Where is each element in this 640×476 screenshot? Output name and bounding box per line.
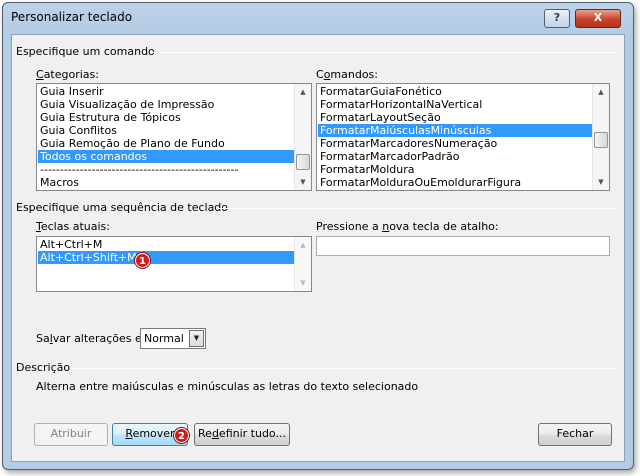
close-button-label: Fechar: [556, 427, 594, 440]
list-item[interactable]: FormatarMarcadoresNumeração: [318, 137, 592, 150]
description-text: Alterna entre maiúsculas e minúsculas as…: [36, 380, 419, 393]
scroll-up-arrow-icon[interactable]: ▲: [295, 84, 311, 100]
command-group-title: Especifique um comando: [16, 45, 155, 58]
list-item[interactable]: FormatarLayoutSeção: [318, 111, 592, 124]
reset-all-button[interactable]: Redefinir tudo...: [194, 423, 290, 446]
assign-button[interactable]: Atribuir: [34, 423, 108, 446]
description-divider: [74, 368, 616, 369]
list-item[interactable]: ----------------------------------------…: [38, 163, 294, 176]
help-button[interactable]: ?: [544, 9, 570, 28]
categories-items: Guia Inserir Guia Visualização de Impress…: [38, 85, 294, 189]
scroll-down-arrow-icon[interactable]: ▼: [295, 275, 311, 291]
close-button[interactable]: Fechar: [538, 423, 612, 446]
save-changes-label: Salvar alterações em:: [36, 332, 157, 345]
list-item[interactable]: FormatarMarcadorPadrão: [318, 150, 592, 163]
list-item[interactable]: Todos os comandos: [38, 150, 294, 163]
list-item[interactable]: FormatarHorizontalNaVertical: [318, 98, 592, 111]
list-item[interactable]: Macros: [38, 176, 294, 189]
assign-button-label: Atribuir: [50, 427, 92, 440]
list-item[interactable]: Alt+Ctrl+Shift+M: [38, 251, 294, 264]
description-title: Descrição: [16, 361, 71, 374]
list-item[interactable]: FormatarMoldura: [318, 163, 592, 176]
list-item[interactable]: Guia Estrutura de Tópicos: [38, 111, 294, 124]
commands-label: Comandos:: [316, 68, 378, 81]
list-item[interactable]: FormatarGuiaFonético: [318, 85, 592, 98]
current-keys-scrollbar[interactable]: ▲ ▼: [294, 237, 311, 291]
close-window-button[interactable]: X: [575, 9, 621, 28]
list-item[interactable]: Alt+Ctrl+M: [38, 238, 294, 251]
categories-label: Categorias:: [36, 68, 99, 81]
categories-list[interactable]: Guia Inserir Guia Visualização de Impress…: [36, 83, 312, 191]
scroll-down-arrow-icon[interactable]: ▼: [295, 174, 311, 190]
scroll-down-arrow-icon[interactable]: ▼: [593, 174, 609, 190]
new-shortcut-input[interactable]: [316, 236, 610, 256]
list-item[interactable]: FormatarMolduraOuEmoldurarFigura: [318, 176, 592, 189]
list-item[interactable]: Guia Visualização de Impressão: [38, 98, 294, 111]
keyboard-group-divider: [218, 208, 616, 209]
callout-badge-1: 1: [135, 253, 150, 268]
chevron-down-icon[interactable]: ▼: [189, 330, 204, 347]
keyboard-group-title: Especifique uma sequência de teclado: [16, 201, 229, 214]
customize-keyboard-dialog: Personalizar teclado ? X Especifique um …: [2, 2, 634, 470]
commands-scrollbar[interactable]: ▲ ▼: [592, 84, 609, 190]
categories-scrollbar[interactable]: ▲ ▼: [294, 84, 311, 190]
help-icon: ?: [553, 11, 561, 24]
list-item[interactable]: FormatarMaiúsculasMinúsculas: [318, 124, 592, 137]
dialog-body: Especifique um comando Categorias: Guia …: [11, 34, 625, 462]
current-keys-list[interactable]: Alt+Ctrl+M Alt+Ctrl+Shift+M ▲ ▼ 1: [36, 236, 312, 292]
list-item[interactable]: Guia Remoção de Plano de Fundo: [38, 137, 294, 150]
new-key-label: Pressione a nova tecla de atalho:: [316, 220, 499, 233]
commands-items: FormatarGuiaFonético FormatarHorizontalNa…: [318, 85, 592, 189]
remove-button-label: Remover: [125, 427, 175, 440]
scroll-thumb[interactable]: [594, 132, 608, 148]
list-item[interactable]: Guia Conflitos: [38, 124, 294, 137]
dialog-title: Personalizar teclado: [11, 10, 133, 24]
reset-all-button-label: Redefinir tudo...: [198, 427, 286, 440]
scroll-thumb[interactable]: [296, 154, 310, 170]
close-icon: X: [593, 11, 603, 24]
list-item[interactable]: Guia Inserir: [38, 85, 294, 98]
current-keys-label: Teclas atuais:: [36, 220, 110, 233]
current-keys-items: Alt+Ctrl+M Alt+Ctrl+Shift+M: [38, 238, 294, 264]
save-changes-value: Normal: [144, 332, 184, 345]
scroll-up-arrow-icon[interactable]: ▲: [295, 237, 311, 253]
title-bar[interactable]: Personalizar teclado ? X: [3, 3, 633, 33]
callout-badge-2: 2: [174, 428, 189, 443]
command-group-divider: [150, 52, 616, 53]
save-changes-select[interactable]: Normal ▼: [140, 328, 206, 349]
scroll-up-arrow-icon[interactable]: ▲: [593, 84, 609, 100]
commands-list[interactable]: FormatarGuiaFonético FormatarHorizontalNa…: [316, 83, 610, 191]
